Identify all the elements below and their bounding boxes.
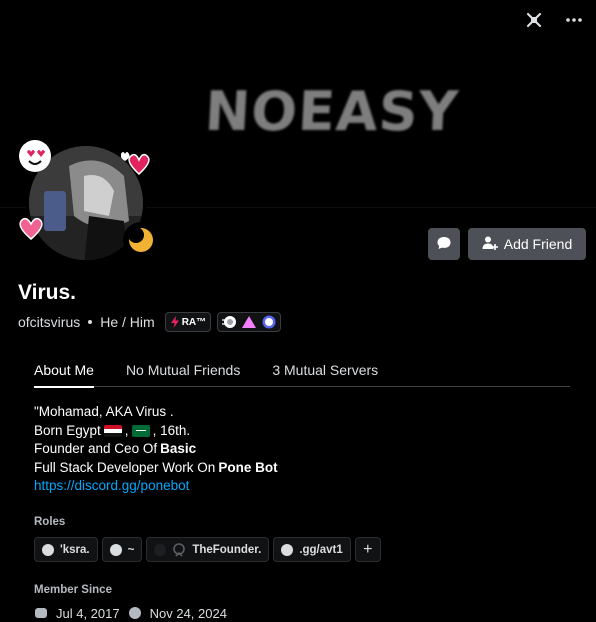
pronouns: He / Him	[100, 314, 155, 330]
role-color-dot	[281, 543, 294, 556]
tab-about-me[interactable]: About Me	[34, 356, 94, 388]
pink-heart-sticker-icon	[19, 217, 43, 240]
member-since-row: Jul 4, 2017 Nov 24, 2024	[34, 606, 227, 622]
bio-line-4b: Pone Bot	[218, 459, 278, 475]
role-name: TheFounder.	[192, 543, 262, 556]
add-friend-button[interactable]: Add Friend	[468, 228, 586, 260]
guild-tag-text: RA™	[181, 316, 207, 328]
role-color-dot	[42, 543, 54, 556]
role-chip[interactable]: TheFounder.	[146, 537, 270, 562]
add-friend-label: Add Friend	[503, 236, 573, 252]
message-bubble-icon	[436, 235, 452, 254]
role-color-dot	[154, 543, 167, 556]
role-chip[interactable]: .gg/avt1	[273, 537, 351, 562]
about-me-bio: "Mohamad, AKA Virus . Born Egypt , , 16t…	[34, 403, 278, 496]
server-member-date: Nov 24, 2024	[149, 606, 227, 621]
boost-badge-icon[interactable]	[241, 314, 257, 330]
guild-tag[interactable]: RA™	[164, 312, 212, 332]
member-since-heading: Member Since	[34, 584, 112, 596]
role-icon	[173, 542, 186, 557]
add-role-button[interactable]: +	[354, 537, 381, 562]
role-name: .gg/avt1	[299, 543, 343, 556]
username[interactable]: ofcitsvirus	[18, 314, 80, 330]
server-icon	[128, 606, 142, 622]
bio-line-2c: , 16th.	[152, 422, 191, 438]
idle-status-icon	[123, 222, 159, 258]
lightning-icon	[170, 316, 179, 328]
bio-line-1: "Mohamad, AKA Virus .	[34, 404, 174, 419]
bio-line-2b: ,	[124, 422, 129, 438]
role-color-dot	[109, 543, 122, 556]
no-voice-icon[interactable]	[524, 10, 544, 30]
saudi-flag-icon	[131, 424, 150, 437]
separator-dot	[88, 320, 93, 324]
display-name: Virus.	[18, 281, 76, 304]
tab-mutual-friends[interactable]: No Mutual Friends	[126, 356, 240, 387]
role-name: ~	[127, 543, 135, 556]
roles-list: 'ksra. ~ TheFounder. .gg/avt1 +	[34, 537, 381, 562]
bio-line-3a: Founder and Ceo Of	[34, 441, 158, 456]
quest-badge-icon[interactable]	[261, 314, 277, 330]
role-name: 'ksra.	[60, 543, 90, 556]
hearts-sticker-icon	[121, 152, 150, 176]
role-chip[interactable]: ~	[101, 537, 143, 562]
more-options-icon[interactable]	[564, 10, 584, 30]
avatar-container[interactable]	[17, 138, 159, 268]
egypt-flag-icon	[103, 424, 122, 437]
add-friend-icon	[482, 235, 498, 254]
role-chip[interactable]: 'ksra.	[34, 537, 98, 562]
tab-mutual-servers[interactable]: 3 Mutual Servers	[272, 356, 378, 387]
bio-line-4a: Full Stack Developer Work On	[34, 459, 216, 475]
profile-tabs: About Me No Mutual Friends 3 Mutual Serv…	[34, 356, 570, 388]
nitro-badge-icon[interactable]	[221, 314, 237, 330]
message-button[interactable]	[428, 228, 460, 260]
heart-eyes-sticker-icon	[19, 140, 51, 172]
discord-member-date: Jul 4, 2017	[56, 606, 120, 621]
banner-art-text: NOEASY	[203, 80, 461, 143]
bio-line-3b: Basic	[160, 441, 197, 456]
bio-line-2a: Born Egypt	[34, 422, 101, 438]
discord-logo-icon	[34, 606, 48, 622]
badge-list	[217, 312, 282, 332]
roles-heading: Roles	[34, 516, 66, 528]
bio-invite-link[interactable]: https://discord.gg/ponebot	[34, 477, 189, 496]
profile-subline: ofcitsvirus He / Him RA™	[18, 312, 282, 332]
